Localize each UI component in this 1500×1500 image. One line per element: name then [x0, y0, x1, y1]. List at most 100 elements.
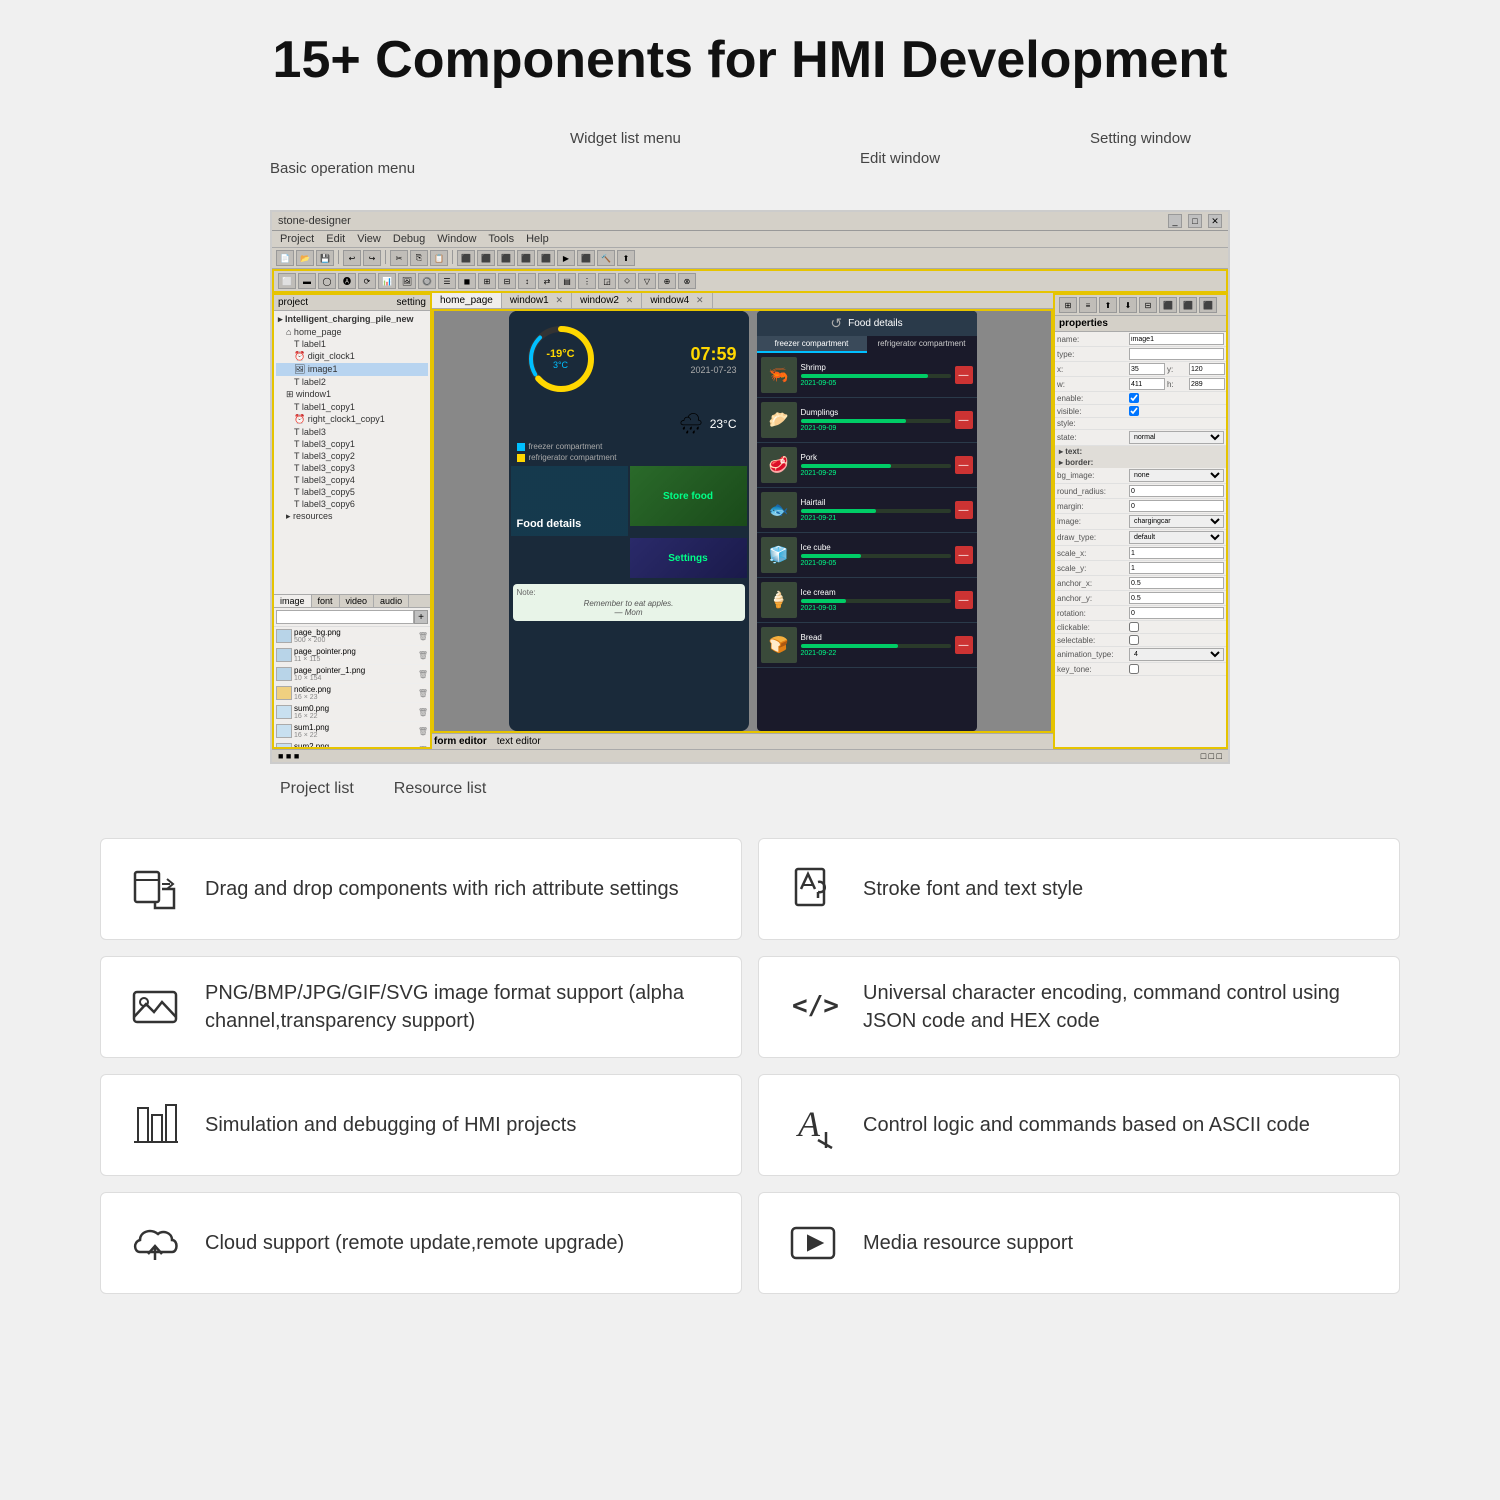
tree-item[interactable]: T label3_copy6	[276, 498, 428, 510]
prop-input-scale-x[interactable]	[1129, 547, 1224, 559]
tree-item[interactable]: ⏰ right_clock1_copy1	[276, 413, 428, 426]
tab-image[interactable]: image	[274, 595, 312, 607]
tree-item[interactable]: T label3_copy2	[276, 450, 428, 462]
tb-w12[interactable]: ⊟	[498, 273, 516, 289]
tab-fridge[interactable]: refrigerator compartment	[867, 336, 977, 353]
food-delete-btn[interactable]: —	[955, 501, 973, 519]
tree-item[interactable]: T label3_copy3	[276, 462, 428, 474]
res-delete[interactable]: 🗑	[418, 651, 428, 660]
tab-window1[interactable]: window1 ✕	[502, 293, 572, 308]
tab-text-editor[interactable]: text editor	[497, 736, 541, 747]
prop-select-state[interactable]: normal	[1129, 431, 1224, 444]
tb-w2[interactable]: ▬	[298, 273, 316, 289]
minimize-btn[interactable]: _	[1168, 214, 1182, 228]
prop-input-name[interactable]	[1129, 333, 1224, 345]
prop-input-round-radius[interactable]	[1129, 485, 1224, 497]
prop-group-border[interactable]: ▸ border:	[1055, 457, 1226, 468]
tree-item[interactable]: ⏰ digit_clock1	[276, 350, 428, 363]
tb-align-right[interactable]: ⬛	[497, 250, 515, 266]
menu-edit[interactable]: Edit	[326, 233, 345, 245]
rt-btn3[interactable]: ⬆	[1099, 297, 1117, 313]
tb-w11[interactable]: ⊞	[478, 273, 496, 289]
tab-window2[interactable]: window2 ✕	[572, 293, 642, 308]
tb-w3[interactable]: ◯	[318, 273, 336, 289]
prop-select-animation-type[interactable]: 4	[1129, 648, 1224, 661]
tb-undo[interactable]: ↩	[343, 250, 361, 266]
prop-input-type[interactable]	[1129, 348, 1224, 360]
prop-group-text[interactable]: ▸ text:	[1055, 446, 1226, 457]
tab-audio[interactable]: audio	[374, 595, 409, 607]
tb-open[interactable]: 📂	[296, 250, 314, 266]
menu-window[interactable]: Window	[437, 233, 476, 245]
menu-view[interactable]: View	[357, 233, 381, 245]
menu-help[interactable]: Help	[526, 233, 549, 245]
prop-input-clickable[interactable]	[1129, 622, 1139, 632]
tree-item[interactable]: ⊞ window1	[276, 388, 428, 401]
tb-align-bottom[interactable]: ⬛	[537, 250, 555, 266]
prop-input-y[interactable]	[1189, 363, 1225, 375]
tree-item[interactable]: T label1_copy1	[276, 401, 428, 413]
food-delete-btn[interactable]: —	[955, 366, 973, 384]
prop-select-bg-image[interactable]: none	[1129, 469, 1224, 482]
tb-copy[interactable]: ⎘	[410, 250, 428, 266]
prop-select-draw-type[interactable]: default	[1129, 531, 1224, 544]
tb-w16[interactable]: ⋮	[578, 273, 596, 289]
tb-run[interactable]: ▶	[557, 250, 575, 266]
tb-align-top[interactable]: ⬛	[517, 250, 535, 266]
food-delete-btn[interactable]: —	[955, 456, 973, 474]
tb-cut[interactable]: ✂	[390, 250, 408, 266]
tb-w20[interactable]: ⊕	[658, 273, 676, 289]
res-delete[interactable]: 🗑	[418, 632, 428, 641]
prop-input-margin[interactable]	[1129, 500, 1224, 512]
tb-w5[interactable]: ⟳	[358, 273, 376, 289]
prop-input-anchor-x[interactable]	[1129, 577, 1224, 589]
rt-btn6[interactable]: ⬛	[1159, 297, 1177, 313]
prop-input-anchor-y[interactable]	[1129, 592, 1224, 604]
res-delete[interactable]: 🗑	[418, 727, 428, 736]
tree-item[interactable]: T label1	[276, 338, 428, 350]
tab-video[interactable]: video	[340, 595, 375, 607]
res-delete[interactable]: 🗑	[418, 708, 428, 717]
tree-item[interactable]: T label2	[276, 376, 428, 388]
tab-freezer[interactable]: freezer compartment	[757, 336, 867, 353]
tb-w18[interactable]: ⬦	[618, 273, 636, 289]
resource-search-input[interactable]	[276, 610, 414, 624]
btn-store-food[interactable]: Store food	[630, 466, 747, 526]
tb-w19[interactable]: ▽	[638, 273, 656, 289]
tree-item[interactable]: T label3_copy4	[276, 474, 428, 486]
rt-btn4[interactable]: ⬇	[1119, 297, 1137, 313]
resource-add-btn[interactable]: +	[414, 610, 428, 624]
food-delete-btn[interactable]: —	[955, 411, 973, 429]
rt-btn2[interactable]: ≡	[1079, 297, 1097, 313]
tb-w21[interactable]: ⊗	[678, 273, 696, 289]
tab-window4[interactable]: window4 ✕	[642, 293, 712, 308]
canvas-area[interactable]: -19°C 3°C 07:59 2021-07-23 🌧	[432, 309, 1053, 733]
tb-align-center[interactable]: ⬛	[477, 250, 495, 266]
tree-item[interactable]: T label3_copy5	[276, 486, 428, 498]
prop-input-w[interactable]	[1129, 378, 1165, 390]
prop-input-scale-y[interactable]	[1129, 562, 1224, 574]
tb-w4[interactable]: 🅐	[338, 273, 356, 289]
tb-align-left[interactable]: ⬛	[457, 250, 475, 266]
tb-new[interactable]: 📄	[276, 250, 294, 266]
tb-w7[interactable]: 🖼	[398, 273, 416, 289]
tb-w13[interactable]: ↕	[518, 273, 536, 289]
food-delete-btn[interactable]: —	[955, 636, 973, 654]
menu-tools[interactable]: Tools	[488, 233, 514, 245]
btn-settings[interactable]: Settings	[630, 538, 747, 578]
rt-btn5[interactable]: ⊟	[1139, 297, 1157, 313]
tb-w17[interactable]: ◲	[598, 273, 616, 289]
rt-btn8[interactable]: ⬛	[1199, 297, 1217, 313]
tree-item[interactable]: T label3_copy1	[276, 438, 428, 450]
tab-home-page[interactable]: home_page	[432, 293, 502, 308]
menu-debug[interactable]: Debug	[393, 233, 425, 245]
tb-paste[interactable]: 📋	[430, 250, 448, 266]
tree-item-selected[interactable]: 🖼 image1	[276, 363, 428, 376]
btn-food-details[interactable]: Food details	[511, 466, 628, 536]
res-delete[interactable]: 🗑	[418, 746, 428, 748]
tab-font[interactable]: font	[312, 595, 340, 607]
tb-redo[interactable]: ↪	[363, 250, 381, 266]
tb-upload[interactable]: ⬆	[617, 250, 635, 266]
food-delete-btn[interactable]: —	[955, 546, 973, 564]
prop-input-x[interactable]	[1129, 363, 1165, 375]
